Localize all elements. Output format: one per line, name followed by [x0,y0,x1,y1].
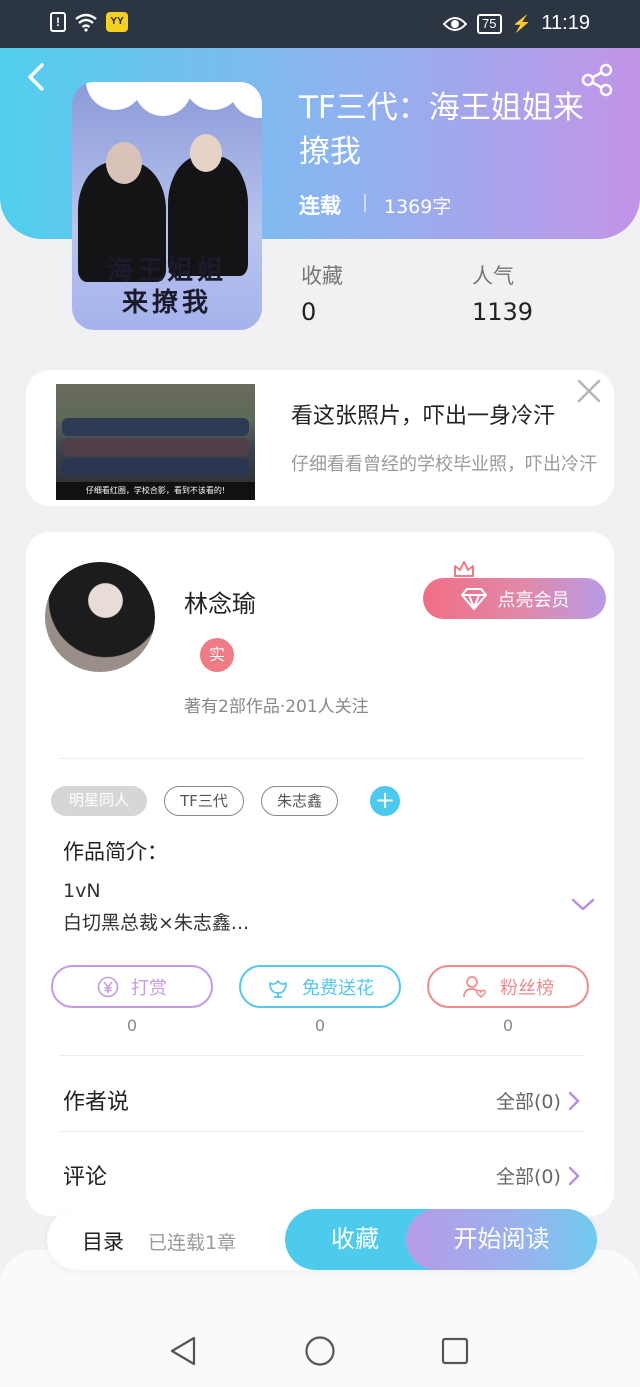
cover-figure-face [106,142,142,184]
author-says-count: 全部(0) [496,1091,561,1113]
cover-decoration [230,82,262,118]
cover-title-line2: 来撩我 [121,288,212,318]
fan-ranking-button[interactable]: 粉丝榜 [427,965,589,1008]
popularity-label: 人气 [472,264,514,288]
tag-item[interactable]: 明星同人 [51,786,147,816]
diamond-icon [460,587,487,610]
yen-icon [97,976,119,997]
intro-text: 1vN [63,880,101,902]
ad-image-people-row [62,418,249,436]
popularity-count: 1139 [472,298,534,326]
chapter-count: 已连载1章 [148,1232,237,1254]
divider [60,1055,584,1056]
collect-count: 0 [301,298,317,326]
fan-ranking-button-label: 粉丝榜 [500,977,554,999]
tip-count: 0 [126,1016,138,1035]
app-notification-icon: YY [106,12,128,32]
status-bar: ! YY 75 ⚡ 11:19 [0,0,640,48]
nav-back-icon[interactable] [166,1334,200,1368]
cover-figure-face [190,134,222,172]
verified-badge: 实 [200,638,234,672]
comments-link[interactable]: 全部(0) [496,1162,581,1189]
cover-decoration [134,82,192,116]
book-cover[interactable]: 海王姐姐 来撩我 [72,82,262,330]
comments-count: 全部(0) [496,1166,561,1188]
ad-image-caption: 仔细看红圈，学校合影，看到不该看的! [56,482,255,500]
battery-indicator: 75 [477,13,502,34]
ad-description: 仔细看看曾经的学校毕业照，吓出冷汗 [291,454,597,475]
tip-button-label: 打赏 [131,977,167,999]
charging-icon: ⚡ [511,15,532,33]
divider [60,1131,584,1132]
divider [364,194,366,212]
send-flower-button-label: 免费送花 [302,977,374,999]
word-count: 1369字 [384,196,452,218]
tip-button[interactable]: 打赏 [51,965,213,1008]
book-title: TF三代：海王姐姐来撩我 [299,90,584,170]
ad-image-people-row [62,458,249,476]
flower-icon [269,979,287,998]
wifi-icon [75,13,97,32]
book-status: 连载 [299,194,341,218]
back-arrow-icon[interactable] [22,62,52,92]
author-name[interactable]: 林念瑜 [184,584,256,619]
ad-image[interactable]: 仔细看红圈，学校合影，看到不该看的! [56,384,255,500]
author-says-title[interactable]: 作者说 [63,1084,129,1116]
fan-count: 0 [502,1016,514,1035]
catalog-button[interactable]: 目录 [82,1226,124,1256]
user-heart-icon [463,975,487,998]
vip-button[interactable]: 点亮会员 [423,578,606,619]
add-tag-button[interactable]: + [370,786,400,816]
alert-icon: ! [50,12,66,32]
ad-banner[interactable]: 仔细看红圈，学校合影，看到不该看的! 看这张照片，吓出一身冷汗 仔细看看曾经的学… [26,370,614,506]
intro-text: 白切黑总裁×朱志鑫... [63,912,250,934]
comments-title[interactable]: 评论 [63,1159,107,1191]
eye-icon [443,16,468,31]
flower-count: 0 [314,1016,326,1035]
chevron-down-icon[interactable] [570,894,596,914]
collect-label: 收藏 [301,264,343,288]
ad-title[interactable]: 看这张照片，吓出一身冷汗 [291,398,555,430]
chevron-right-icon [568,1166,580,1185]
clock: 11:19 [541,12,590,34]
nav-home-icon[interactable] [303,1334,337,1368]
author-meta: 著有2部作品·201人关注 [184,697,369,717]
avatar[interactable] [45,562,155,672]
close-icon[interactable] [576,378,602,404]
nav-recents-icon[interactable] [438,1334,472,1368]
send-flower-button[interactable]: 免费送花 [239,965,401,1008]
vip-button-label: 点亮会员 [497,589,570,611]
chevron-right-icon [568,1091,580,1110]
divider [60,758,584,759]
author-says-link[interactable]: 全部(0) [496,1087,581,1114]
intro-title: 作品简介： [63,840,168,864]
ad-image-people-row [62,438,249,456]
tag-item[interactable]: 朱志鑫 [261,786,338,816]
tag-item[interactable]: TF三代 [164,786,244,816]
start-reading-button[interactable]: 开始阅读 [406,1209,597,1270]
